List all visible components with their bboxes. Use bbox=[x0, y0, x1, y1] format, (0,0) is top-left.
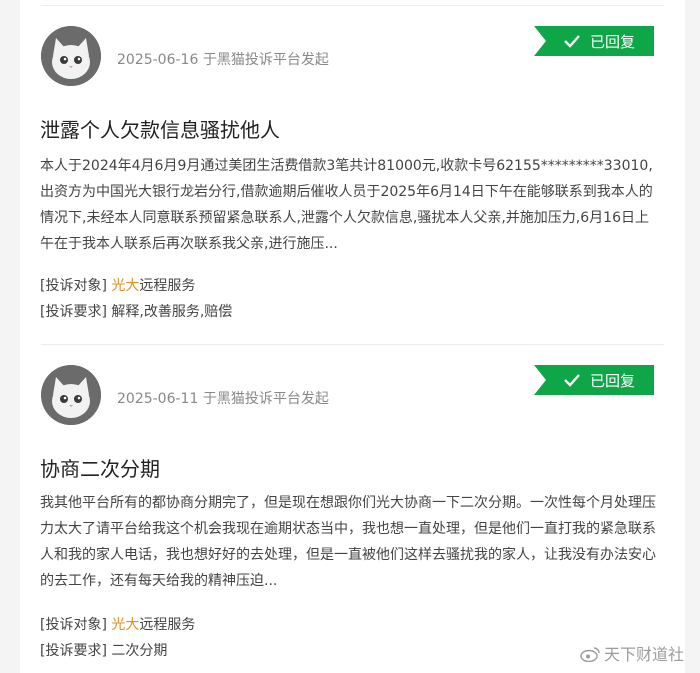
complaint-title[interactable]: 协商二次分期 bbox=[40, 453, 160, 482]
target-company-link[interactable]: 光大 bbox=[111, 617, 139, 633]
status-badge-label: 已回复 bbox=[590, 372, 636, 390]
complaint-source: 于黑猫投诉平台发起 bbox=[202, 52, 329, 68]
request-label: [投诉要求] bbox=[40, 304, 107, 320]
complaint-list: 2025-06-16 于黑猫投诉平台发起 已回复 泄露个人欠款信息骚扰他人 本人… bbox=[20, 0, 685, 673]
complaint-title[interactable]: 泄露个人欠款信息骚扰他人 bbox=[40, 114, 280, 143]
complaint-source: 于黑猫投诉平台发起 bbox=[202, 391, 329, 407]
complaint-meta: 2025-06-11 于黑猫投诉平台发起 bbox=[117, 388, 329, 408]
target-label: [投诉对象] bbox=[40, 278, 107, 294]
weibo-icon bbox=[580, 647, 600, 662]
watermark: 天下财道社 bbox=[580, 641, 684, 665]
status-badge: 已回复 bbox=[534, 365, 654, 395]
divider bbox=[41, 5, 664, 6]
request-label: [投诉要求] bbox=[40, 643, 107, 659]
complaint-target: [投诉对象] 光大远程服务 bbox=[40, 614, 195, 634]
target-rest: 远程服务 bbox=[139, 278, 196, 294]
complaint-meta: 2025-06-16 于黑猫投诉平台发起 bbox=[117, 49, 329, 69]
watermark-text: 天下财道社 bbox=[604, 645, 685, 664]
status-badge: 已回复 bbox=[534, 26, 654, 56]
complaint-request: [投诉要求] 二次分期 bbox=[40, 640, 167, 660]
complaint-date: 2025-06-16 bbox=[117, 52, 199, 68]
complaint-target: [投诉对象] 光大远程服务 bbox=[40, 275, 195, 295]
divider bbox=[41, 344, 664, 345]
target-label: [投诉对象] bbox=[40, 617, 107, 633]
cat-avatar-icon[interactable] bbox=[41, 26, 101, 86]
check-icon bbox=[564, 35, 580, 48]
complaint-body: 本人于2024年4月6月9月通过美团生活费借款3笔共计81000元,收款卡号62… bbox=[40, 158, 653, 252]
complaint-request: [投诉要求] 解释,改善服务,赔偿 bbox=[40, 301, 232, 321]
complaint-body: 我其他平台所有的都协商分期完了，但是现在想跟你们光大协商一下二次分期。一次性每个… bbox=[40, 495, 656, 589]
cat-avatar-icon[interactable] bbox=[41, 365, 101, 425]
status-badge-label: 已回复 bbox=[590, 33, 636, 51]
target-rest: 远程服务 bbox=[139, 617, 196, 633]
request-value: 二次分期 bbox=[111, 643, 168, 659]
target-company-link[interactable]: 光大 bbox=[111, 278, 139, 294]
complaint-date: 2025-06-11 bbox=[117, 391, 199, 407]
request-value: 解释,改善服务,赔偿 bbox=[111, 304, 233, 320]
check-icon bbox=[564, 374, 580, 387]
